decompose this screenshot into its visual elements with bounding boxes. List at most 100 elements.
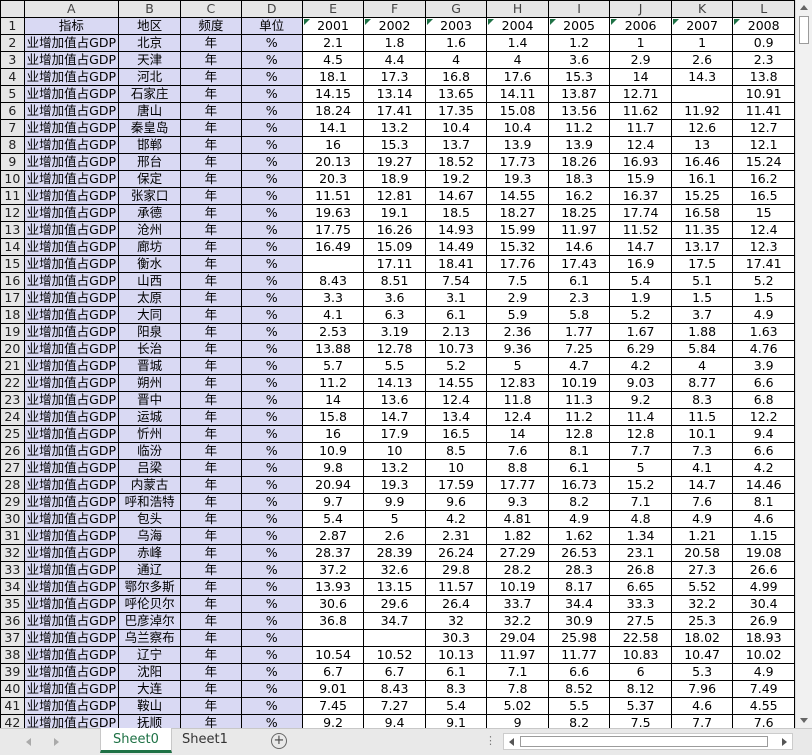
grid-cell[interactable]: 17.73 [486,153,549,171]
grid-cell[interactable]: 8.17 [547,578,611,596]
grid-cell[interactable]: 年 [180,119,242,137]
grid-cell[interactable]: % [240,391,303,409]
grid-cell[interactable]: 5.8 [547,306,611,324]
grid-cell[interactable]: 26.6 [732,561,795,579]
row-header[interactable]: 15 [0,255,25,273]
grid-cell[interactable]: 11.57 [424,578,488,596]
grid-cell[interactable]: 业增加值占GDP [23,391,120,409]
grid-cell[interactable]: 衡水 [118,255,182,273]
grid-cell[interactable]: % [240,255,303,273]
grid-cell[interactable]: 1 [609,34,672,52]
grid-cell[interactable]: 业增加值占GDP [23,51,120,69]
grid-cell[interactable]: 12.78 [363,340,426,358]
grid-cell[interactable]: 4 [424,51,488,69]
grid-cell[interactable]: 37.2 [301,561,365,579]
grid-cell[interactable]: 业增加值占GDP [23,442,120,460]
grid-cell[interactable]: 9.6 [424,493,488,511]
grid-cell[interactable]: 年 [180,374,242,392]
horizontal-scroll-thumb[interactable] [520,736,768,747]
grid-cell[interactable]: 13.15 [363,578,426,596]
grid-cell[interactable]: 业增加值占GDP [23,595,120,613]
grid-cell[interactable]: 18.25 [547,204,611,222]
grid-cell[interactable]: 4.99 [732,578,795,596]
grid-cell[interactable]: 业增加值占GDP [23,629,120,647]
grid-cell[interactable]: 20.94 [301,476,365,494]
grid-cell[interactable]: 9.2 [609,391,672,409]
grid-cell[interactable]: 6.6 [732,442,795,460]
grid-cell[interactable]: 6.1 [547,459,611,477]
grid-cell[interactable]: 年 [180,51,242,69]
grid-cell[interactable]: 6.7 [301,663,365,681]
grid-cell[interactable]: 7.54 [424,272,488,290]
grid-cell[interactable]: 29.04 [486,629,549,647]
grid-cell[interactable]: 呼和浩特 [118,493,182,511]
grid-cell[interactable]: 8.52 [547,680,611,698]
grid-cell[interactable]: 通辽 [118,561,182,579]
grid-cell[interactable]: % [240,595,303,613]
header-cell[interactable]: 2001 [301,17,365,35]
grid-cell[interactable]: 17.74 [609,204,672,222]
grid-cell[interactable]: 4.6 [670,697,734,715]
row-header[interactable]: 41 [0,697,25,715]
scroll-up-arrow-icon[interactable] [800,5,808,10]
grid-cell[interactable]: 13.8 [732,68,795,86]
grid-cell[interactable]: 29.6 [363,595,426,613]
cell-table[interactable]: ABCDEFGHIJKL 1 指标 地区 频度 单位 2001 2002 2003 2004 20… [0,0,795,728]
grid-cell[interactable]: 10.4 [486,119,549,137]
grid-cell[interactable]: 4.2 [609,357,672,375]
grid-cell[interactable]: 8.12 [609,680,672,698]
grid-cell[interactable]: 15.3 [363,136,426,154]
grid-cell[interactable]: 17.6 [486,68,549,86]
grid-cell[interactable]: 年 [180,187,242,205]
grid-cell[interactable]: 2.9 [609,51,672,69]
grid-cell[interactable]: 12.1 [732,136,795,154]
grid-cell[interactable]: % [240,289,303,307]
grid-cell[interactable] [670,85,734,103]
grid-cell[interactable]: 19.1 [363,204,426,222]
grid-cell[interactable]: 9.9 [363,493,426,511]
grid-cell[interactable]: 6.1 [424,306,488,324]
grid-cell[interactable]: 业增加值占GDP [23,187,120,205]
grid-cell[interactable]: 年 [180,289,242,307]
grid-cell[interactable]: 呼伦贝尔 [118,595,182,613]
grid-cell[interactable]: 秦皇岛 [118,119,182,137]
grid-cell[interactable]: 10 [363,442,426,460]
column-header-j[interactable]: J [609,0,672,18]
grid-cell[interactable]: 9.2 [301,714,365,728]
grid-cell[interactable]: 大同 [118,306,182,324]
grid-cell[interactable]: 1.63 [732,323,795,341]
grid-cell[interactable]: 5.2 [609,306,672,324]
grid-cell[interactable]: 26.4 [424,595,488,613]
grid-cell[interactable]: 12.3 [732,238,795,256]
grid-cell[interactable]: 11.4 [609,408,672,426]
grid-cell[interactable]: 12.4 [486,408,549,426]
grid-cell[interactable]: 业增加值占GDP [23,102,120,120]
row-header[interactable]: 37 [0,629,25,647]
grid-cell[interactable]: 业增加值占GDP [23,663,120,681]
grid-cell[interactable]: 年 [180,408,242,426]
grid-cell[interactable]: 14.3 [670,68,734,86]
row-header[interactable]: 34 [0,578,25,596]
grid-cell[interactable]: 14.7 [609,238,672,256]
grid-cell[interactable]: 11.5 [670,408,734,426]
grid-cell[interactable]: 7.45 [301,697,365,715]
grid-cell[interactable]: 2.36 [486,323,549,341]
header-cell[interactable]: 频度 [180,17,242,35]
row-header[interactable]: 20 [0,340,25,358]
grid-cell[interactable]: 23.1 [609,544,672,562]
grid-cell[interactable]: 28.37 [301,544,365,562]
grid-cell[interactable]: 11.77 [547,646,611,664]
row-header[interactable]: 40 [0,680,25,698]
row-header[interactable]: 26 [0,442,25,460]
grid-cell[interactable]: 9.4 [732,425,795,443]
grid-cell[interactable]: 11.52 [609,221,672,239]
grid-cell[interactable]: 年 [180,493,242,511]
grid-cell[interactable]: 17.9 [363,425,426,443]
grid-cell[interactable]: 8.43 [301,272,365,290]
header-cell[interactable]: 2006 [609,17,672,35]
grid-cell[interactable]: 9 [486,714,549,728]
grid-cell[interactable]: 2.87 [301,527,365,545]
grid-cell[interactable]: 业增加值占GDP [23,170,120,188]
grid-cell[interactable]: 8.3 [670,391,734,409]
grid-cell[interactable]: 13.88 [301,340,365,358]
